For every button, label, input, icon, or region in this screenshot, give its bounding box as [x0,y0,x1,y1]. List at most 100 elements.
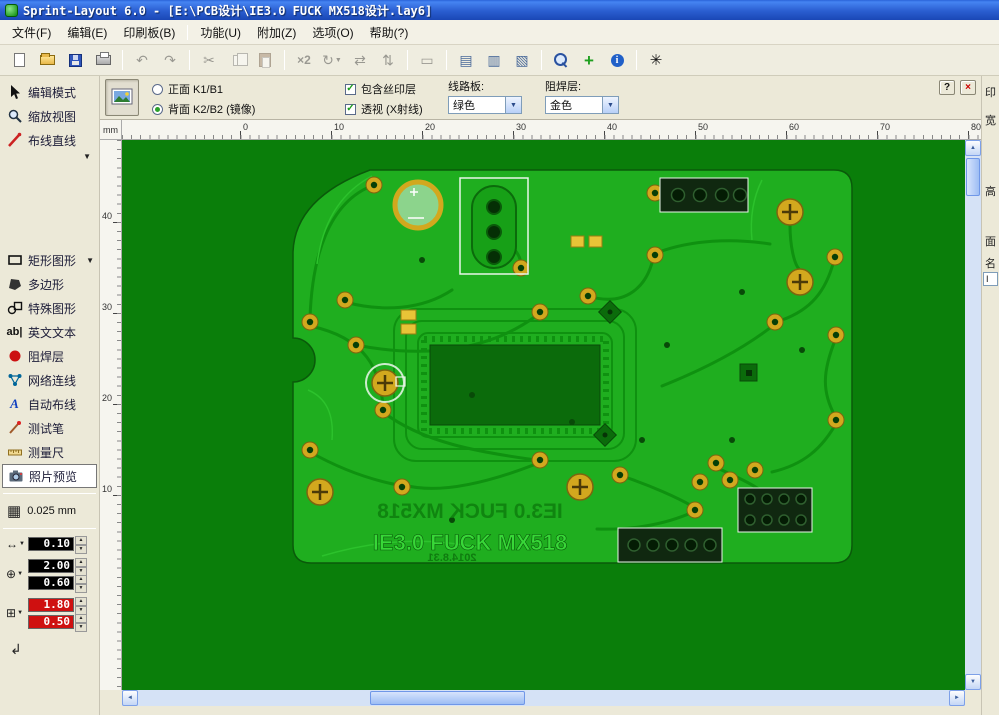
silkscreen-checkbox[interactable]: 包含丝印层 [345,81,423,97]
tool-label: 特殊图形 [28,301,77,316]
save-file-icon [68,53,82,67]
scroll-left-button[interactable]: ◄ [122,690,138,706]
tool-test-pen[interactable]: 测试笔 [0,416,99,440]
radio-checked-icon[interactable] [152,103,163,115]
zoom-button[interactable] [548,48,574,72]
open-file-button[interactable] [34,48,60,72]
undo-button[interactable]: ↶ [129,48,155,72]
help-button[interactable]: ? [939,80,955,95]
right-panel-field[interactable]: I [983,272,998,286]
pad-size-icon[interactable]: ⊕ ▼ [6,567,28,581]
menu-help[interactable]: 帮助(?) [362,20,417,45]
pad-inner-spinner[interactable]: ▲ ▼ [75,574,87,593]
tool-zoom-view[interactable]: 缩放视图 [0,104,99,128]
info-button[interactable] [604,48,630,72]
board-color-select[interactable]: 绿色 ▼ [448,96,522,114]
spin-up-icon[interactable]: ▲ [75,574,87,584]
chevron-down-icon[interactable]: ▼ [86,256,94,265]
trace-mode-dropdown[interactable]: ▼ [0,152,99,164]
menu-extras[interactable]: 附加(Z) [249,20,304,45]
paste-button[interactable] [252,48,278,72]
close-preview-button[interactable]: × [960,80,976,95]
chevron-down-icon[interactable]: ▼ [505,97,521,113]
pad-inner-display[interactable]: 0.60 [28,575,74,590]
scroll-right-button[interactable]: ► [949,690,965,706]
tool-net-connection[interactable]: 网络连线 [0,368,99,392]
menu-file[interactable]: 文件(F) [4,20,59,45]
vertical-scroll-thumb[interactable] [966,158,980,196]
show-layers-button[interactable]: ▤ [453,48,479,72]
tool-polygon[interactable]: 多边形 [0,272,99,296]
tool-measure[interactable]: 测量尺 [0,440,99,464]
menu-edit[interactable]: 编辑(E) [59,20,115,45]
mask-color-select[interactable]: 金色 ▼ [545,96,619,114]
spin-up-icon[interactable]: ▲ [75,557,87,567]
footprint-button[interactable]: ▧ [509,48,535,72]
tool-photo-preview[interactable]: 照片预览 [2,464,97,488]
menu-options[interactable]: 选项(O) [304,20,361,45]
photo-preview-toggle-button[interactable] [105,79,139,116]
spin-down-icon[interactable]: ▼ [75,544,87,554]
info-icon [610,53,624,67]
polygon-icon [6,276,23,292]
crosshair-button[interactable]: + [576,48,602,72]
rubber-band-button[interactable]: ▥ [481,48,507,72]
duplicate-x2-button[interactable]: ×2 [291,48,317,72]
xray-label: 透视 (X射线) [361,104,423,116]
spin-up-icon[interactable]: ▲ [75,535,87,545]
spin-down-icon[interactable]: ▼ [75,622,87,632]
track-width-display[interactable]: 0.10 [28,536,74,551]
pad-outer-spinner[interactable]: ▲ ▼ [75,557,87,576]
spin-up-icon[interactable]: ▲ [75,596,87,606]
cut-button[interactable]: ✂ [196,48,222,72]
smd-height-spinner[interactable]: ▲ ▼ [75,613,87,632]
pcb-canvas[interactable]: IE3.0 FUCK MX518 IE3.0 FUCK MX518 2014.8… [122,140,965,690]
scroll-up-button[interactable]: ▲ [965,140,981,156]
back-side-radio[interactable]: 背面 K2/B2 (镜像) [152,101,255,117]
smd-width-spinner[interactable]: ▲ ▼ [75,596,87,615]
tool-trace-line[interactable]: 布线直线 [0,128,99,152]
right-panel-label: 面 [985,236,996,248]
mirror-vertical-button[interactable]: ⇅ [375,48,401,72]
save-file-button[interactable] [62,48,88,72]
spin-up-icon[interactable]: ▲ [75,613,87,623]
horizontal-scrollbar[interactable]: ◄ ► [122,690,965,706]
vertical-scrollbar[interactable]: ▲ ▼ [965,140,981,690]
spin-down-icon[interactable]: ▼ [75,583,87,593]
gear-button[interactable]: ✳ [643,48,669,72]
tool-edit-mode[interactable]: 编辑模式 [0,80,99,104]
mirror-horizontal-button[interactable]: ⇄ [347,48,373,72]
flip-board-button[interactable]: ▭ [414,48,440,72]
radio-icon[interactable] [152,83,163,95]
menu-functions[interactable]: 功能(U) [192,20,249,45]
smd-size-icon[interactable]: ⊞ ▼ [6,606,28,620]
rotate-button[interactable]: ↻ ▼ [319,48,345,72]
tool-autoroute[interactable]: A 自动布线 [0,392,99,416]
pad-outer-display[interactable]: 2.00 [28,558,74,573]
print-button[interactable] [90,48,116,72]
tool-solder-mask[interactable]: 阻焊层 [0,344,99,368]
smd-width-display[interactable]: 1.80 [28,597,74,612]
front-side-radio[interactable]: 正面 K1/B1 [152,81,255,97]
chevron-down-icon[interactable]: ▼ [602,97,618,113]
grid-setting[interactable]: ▦ 0.025 mm [0,499,99,523]
xray-checkbox[interactable]: 透视 (X射线) [345,101,423,117]
tool-panel: 编辑模式 缩放视图 布线直线 ▼ 矩形图形 ▼ 多边形 特殊图形 ab| 英文文… [0,76,100,715]
checkbox-checked-icon[interactable] [345,83,356,95]
new-file-button[interactable] [6,48,32,72]
tool-text[interactable]: ab| 英文文本 [0,320,99,344]
track-width-icon[interactable]: ↔ ▼ [6,537,28,551]
redo-button[interactable]: ↷ [157,48,183,72]
smd-height-display[interactable]: 0.50 [28,614,74,629]
titlebar[interactable]: Sprint-Layout 6.0 - [E:\PCB设计\IE3.0 FUCK… [0,0,999,20]
capture-arrow-icon[interactable]: ↲ [10,641,99,658]
copy-button[interactable] [224,48,250,72]
right-panel-label: 名 [985,258,996,270]
track-width-spinner[interactable]: ▲ ▼ [75,535,87,554]
tool-rectangle[interactable]: 矩形图形 ▼ [0,248,99,272]
tool-special-shape[interactable]: 特殊图形 [0,296,99,320]
menu-board[interactable]: 印刷板(B) [115,20,183,45]
checkbox-checked-icon[interactable] [345,103,356,115]
scroll-down-button[interactable]: ▼ [965,674,981,690]
horizontal-scroll-thumb[interactable] [370,691,525,705]
